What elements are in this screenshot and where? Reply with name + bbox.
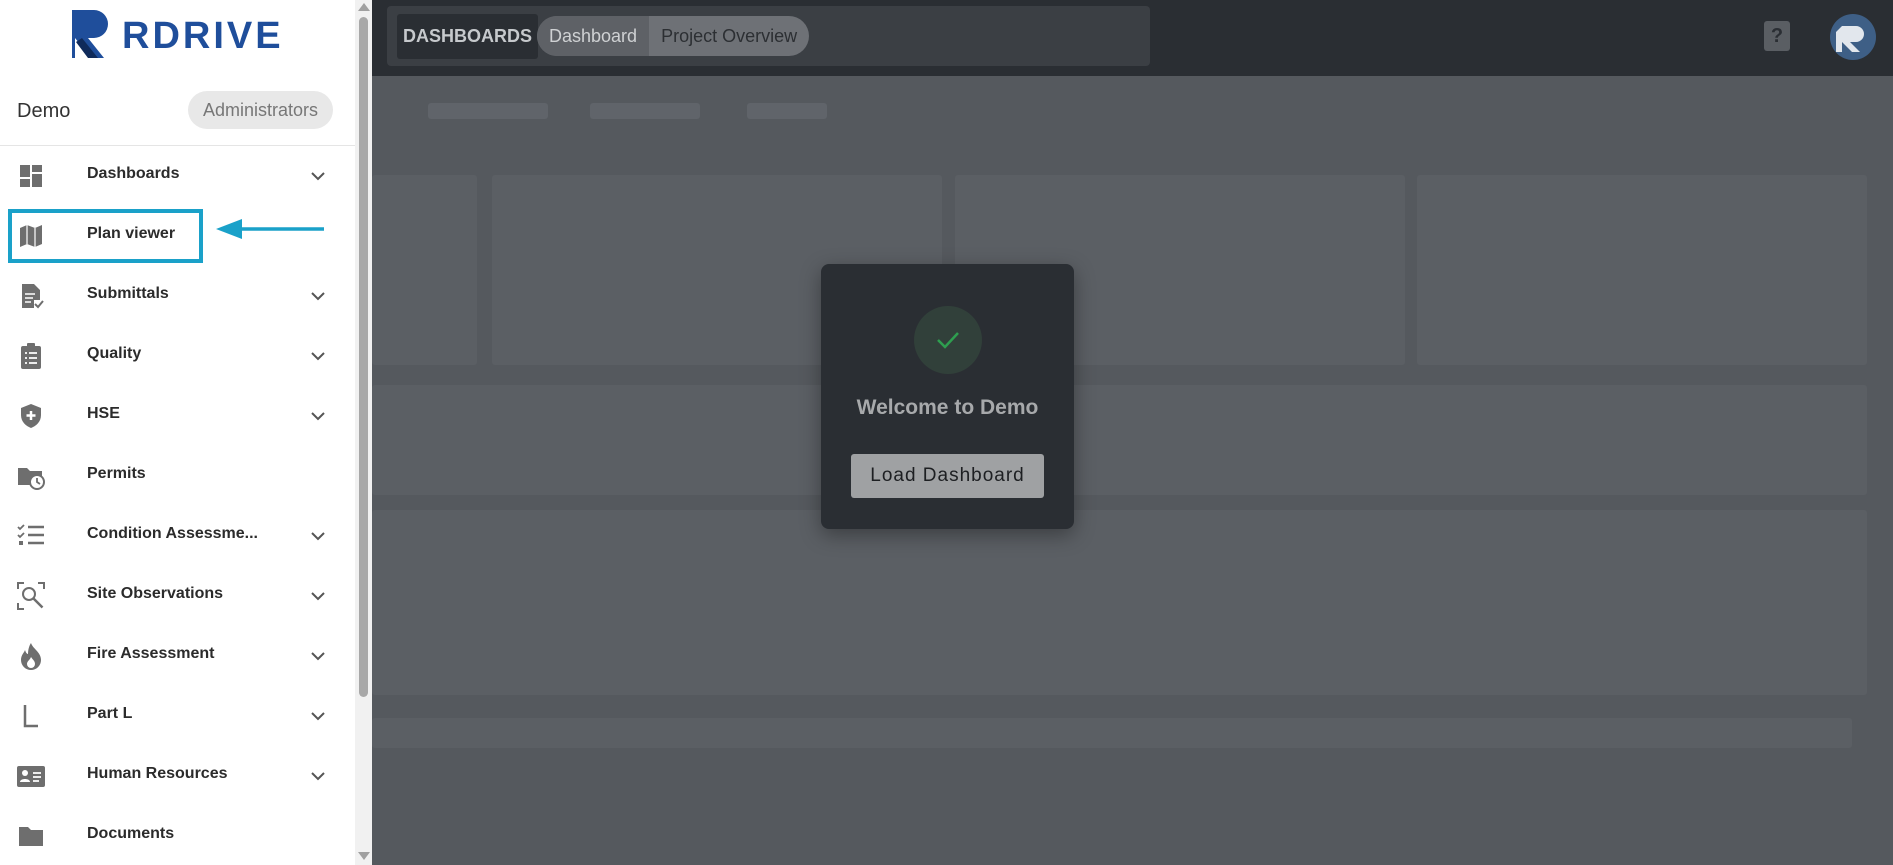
sidebar-item-quality[interactable]: Quality bbox=[0, 326, 355, 386]
sidebar-item-label: Quality bbox=[87, 345, 142, 362]
chevron-down-icon[interactable] bbox=[306, 584, 330, 608]
welcome-title: Welcome to Demo bbox=[856, 396, 1039, 419]
sidebar-item-site-observations[interactable]: Site Observations bbox=[0, 566, 355, 626]
search-scan-icon bbox=[17, 582, 45, 610]
sidebar-item-dashboards[interactable]: Dashboards bbox=[0, 146, 355, 206]
sidebar-scrollbar[interactable] bbox=[355, 0, 372, 865]
sidebar-item-label: Human Resources bbox=[87, 765, 228, 782]
background-toolbar bbox=[370, 95, 1893, 125]
section-label[interactable]: DASHBOARDS bbox=[397, 14, 539, 59]
chevron-down-icon[interactable] bbox=[306, 284, 330, 308]
pointer-arrow-icon bbox=[216, 219, 324, 239]
document-check-icon bbox=[22, 284, 44, 309]
sidebar-item-part-l[interactable]: Part L bbox=[0, 686, 355, 746]
help-icon[interactable]: ? bbox=[1764, 21, 1790, 51]
success-badge bbox=[914, 306, 982, 374]
id-card-icon bbox=[17, 766, 45, 787]
welcome-dialog: Welcome to Demo Load Dashboard bbox=[821, 264, 1074, 529]
sidebar-item-label: HSE bbox=[87, 405, 120, 422]
sidebar-item-label: Condition Assessme... bbox=[87, 525, 258, 542]
shield-plus-icon bbox=[21, 404, 41, 428]
chevron-down-icon[interactable] bbox=[306, 764, 330, 788]
chevron-down-icon[interactable] bbox=[306, 404, 330, 428]
sidebar-item-human-resources[interactable]: Human Resources bbox=[0, 746, 355, 806]
folder-icon bbox=[19, 827, 43, 846]
sidebar-item-hse[interactable]: HSE bbox=[0, 386, 355, 446]
svg-text:RDRIVE: RDRIVE bbox=[122, 15, 284, 57]
fire-icon bbox=[21, 643, 41, 670]
sidebar: RDRIVE Demo Administrators Dashboards Pl… bbox=[0, 0, 372, 865]
load-dashboard-button[interactable]: Load Dashboard bbox=[851, 454, 1044, 498]
breadcrumb-dashboard[interactable]: Dashboard bbox=[537, 16, 650, 56]
chevron-down-icon[interactable] bbox=[306, 524, 330, 548]
sidebar-item-label: Site Observations bbox=[87, 585, 224, 602]
scroll-down-icon[interactable] bbox=[358, 852, 370, 860]
check-icon bbox=[937, 332, 959, 349]
scroll-thumb[interactable] bbox=[359, 17, 368, 697]
sidebar-item-condition-assessment[interactable]: Condition Assessme... bbox=[0, 506, 355, 566]
sidebar-item-permits[interactable]: Permits bbox=[0, 446, 355, 506]
sidebar-item-label: Documents bbox=[87, 825, 175, 842]
chevron-down-icon[interactable] bbox=[306, 344, 330, 368]
sidebar-item-label: Dashboards bbox=[87, 165, 180, 182]
checklist-icon bbox=[17, 524, 44, 545]
plan-viewer-highlight bbox=[8, 209, 203, 263]
sidebar-item-label: Part L bbox=[87, 705, 133, 722]
breadcrumb-current[interactable]: Project Overview bbox=[649, 16, 809, 56]
breadcrumb: DASHBOARDS Dashboard Project Overview bbox=[387, 6, 1150, 66]
avatar-logo-icon bbox=[1836, 26, 1864, 52]
clipboard-list-icon bbox=[21, 343, 41, 369]
rdrive-logo[interactable]: RDRIVE bbox=[68, 4, 286, 68]
sidebar-item-label: Submittals bbox=[87, 285, 169, 302]
sidebar-item-fire-assessment[interactable]: Fire Assessment bbox=[0, 626, 355, 686]
role-chip[interactable]: Administrators bbox=[188, 91, 334, 129]
avatar[interactable] bbox=[1830, 14, 1876, 60]
chevron-down-icon[interactable] bbox=[306, 704, 330, 728]
chevron-down-icon[interactable] bbox=[306, 644, 330, 668]
dashboard-icon bbox=[20, 165, 42, 187]
sidebar-item-documents[interactable]: Documents bbox=[0, 806, 355, 865]
sidebar-item-submittals[interactable]: Submittals bbox=[0, 266, 355, 326]
chevron-down-icon[interactable] bbox=[306, 164, 330, 188]
folder-clock-icon bbox=[18, 468, 45, 490]
sidebar-item-label: Permits bbox=[87, 465, 146, 482]
part-l-icon bbox=[23, 705, 38, 728]
scroll-up-icon[interactable] bbox=[358, 3, 370, 11]
sidebar-item-label: Fire Assessment bbox=[87, 645, 215, 662]
workspace-name[interactable]: Demo bbox=[17, 100, 70, 123]
breadcrumb-pill: Dashboard Project Overview bbox=[537, 16, 810, 56]
